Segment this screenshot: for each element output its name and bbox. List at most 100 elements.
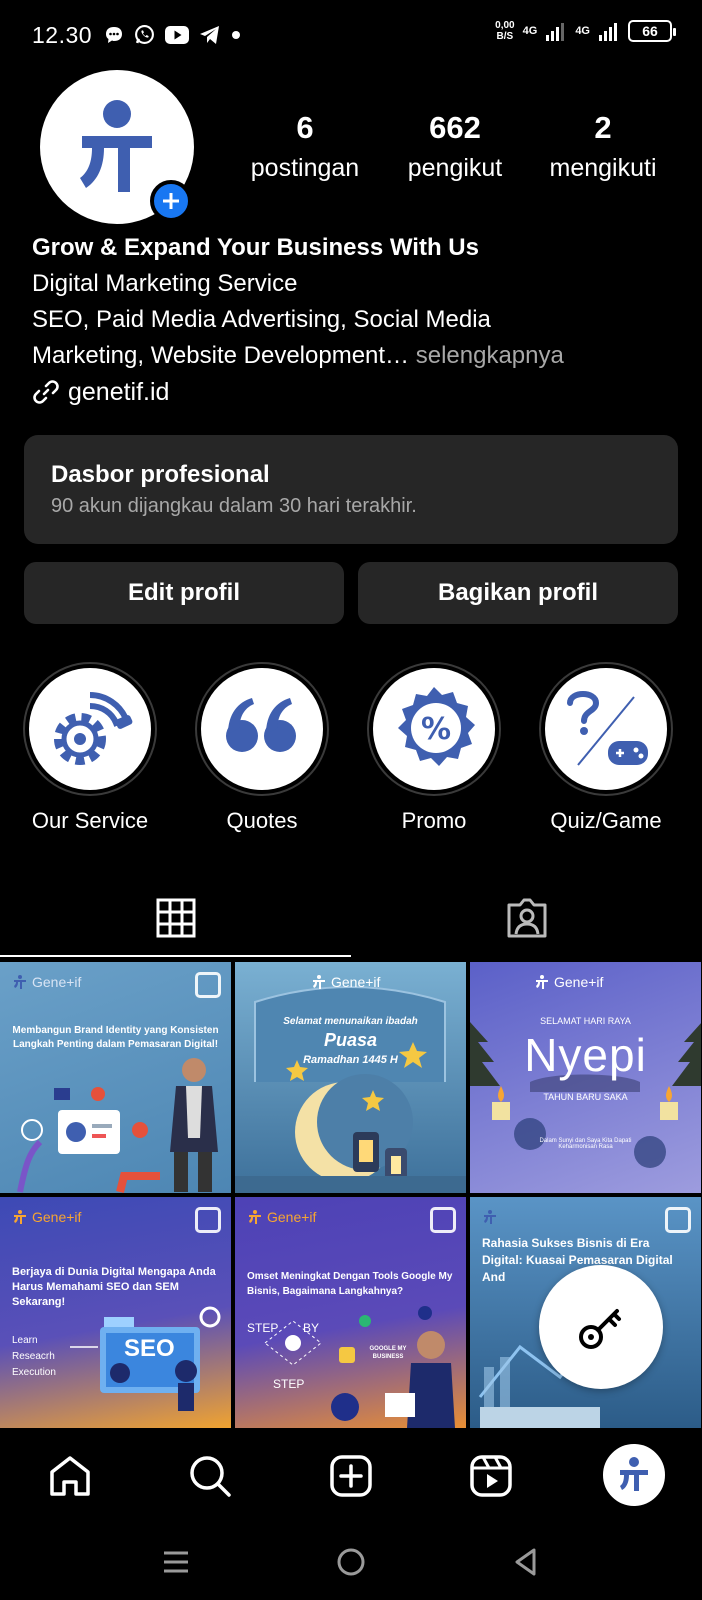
stat-posts-label: postingan bbox=[250, 154, 360, 182]
profile-avatar-icon bbox=[620, 1457, 648, 1491]
professional-dashboard-card[interactable]: Dasbor profesional 90 akun dijangkau dal… bbox=[24, 435, 678, 544]
stat-followers-value: 662 bbox=[429, 110, 481, 145]
nav-search[interactable] bbox=[186, 1452, 234, 1500]
post-brand-name: Gene+if bbox=[554, 974, 604, 990]
dashboard-subtitle: 90 akun dijangkau dalam 30 hari terakhir… bbox=[51, 495, 417, 517]
recent-apps-button[interactable] bbox=[158, 1544, 194, 1580]
edit-profile-button[interactable]: Edit profil bbox=[24, 562, 344, 624]
signal-bars-icon bbox=[546, 23, 565, 41]
post-title: Puasa bbox=[323, 1030, 378, 1050]
battery-level: 66 bbox=[642, 23, 658, 39]
highlight-ring bbox=[195, 662, 329, 796]
home-icon bbox=[50, 1456, 90, 1496]
profile-bio: Grow & Expand Your Business With Us Digi… bbox=[32, 230, 682, 410]
post-step-b: BY bbox=[303, 1321, 320, 1335]
nav-reels[interactable] bbox=[467, 1452, 515, 1500]
bio-name: Grow & Expand Your Business With Us bbox=[32, 234, 479, 261]
post-badge: GOOGLE MY BUSINESS bbox=[369, 1346, 407, 1360]
highlight-cover bbox=[545, 668, 667, 790]
bio-line-1: SEO, Paid Media Advertising, Social Medi… bbox=[32, 306, 491, 333]
highlight-cover: % bbox=[373, 668, 495, 790]
stat-following-label: mengikuti bbox=[549, 154, 657, 182]
telegram-icon bbox=[200, 25, 219, 44]
question-gamepad-icon bbox=[567, 691, 648, 766]
back-button[interactable] bbox=[508, 1544, 544, 1580]
highlight-label: Our Service bbox=[31, 808, 149, 833]
system-navigation-bar bbox=[0, 1524, 702, 1600]
bio-more-link[interactable]: selengkapnya bbox=[416, 342, 564, 369]
post-brand-name: Gene+if bbox=[331, 974, 381, 990]
post-illustration bbox=[70, 1306, 221, 1411]
post-caption: Selamat menunaikan ibadah bbox=[283, 1016, 418, 1027]
stat-posts-value: 6 bbox=[296, 110, 314, 145]
highlight-label: Quotes bbox=[226, 808, 298, 833]
tab-posts-grid[interactable] bbox=[0, 880, 351, 956]
highlight-ring: % bbox=[367, 662, 501, 796]
highlight-quotes[interactable]: Quotes bbox=[195, 662, 329, 834]
system-status: 0,00 B/S 4G 4G 66 bbox=[495, 20, 676, 42]
post-brand-logo: Gene+if bbox=[311, 974, 380, 990]
dot-icon bbox=[232, 30, 240, 39]
post-illustration bbox=[17, 1058, 218, 1193]
key-icon bbox=[579, 1309, 621, 1349]
post-step-c: STEP bbox=[273, 1377, 305, 1391]
signal-label-2: 4G bbox=[575, 25, 590, 37]
post-thumbnail[interactable]: Gene+if SELAMAT HARI RAYA Nyepi TAHUN BA… bbox=[470, 962, 701, 1193]
active-tab-indicator bbox=[0, 955, 351, 957]
dashboard-title: Dasbor profesional bbox=[51, 461, 270, 488]
key-fab-button[interactable] bbox=[539, 1265, 663, 1389]
bio-website-text: genetif.id bbox=[68, 378, 170, 406]
bio-website-link[interactable]: genetif.id bbox=[32, 374, 682, 410]
tab-tagged[interactable] bbox=[351, 880, 702, 956]
youtube-icon bbox=[165, 25, 189, 44]
stat-followers-label: pengikut bbox=[407, 154, 503, 182]
bio-category: Digital Marketing Service bbox=[32, 270, 298, 297]
nav-profile[interactable] bbox=[603, 1444, 665, 1506]
genetif-logo-icon bbox=[536, 975, 548, 989]
highlight-promo[interactable]: % Promo bbox=[367, 662, 501, 834]
bio-line-2: Marketing, Website Development… selengka… bbox=[32, 338, 682, 374]
highlight-ring bbox=[539, 662, 673, 796]
percent-badge-icon: % bbox=[398, 687, 475, 766]
net-speed-unit: B/S bbox=[496, 31, 514, 42]
highlight-ring bbox=[23, 662, 157, 796]
search-icon bbox=[190, 1456, 231, 1497]
post-illustration bbox=[264, 1306, 455, 1428]
stat-posts[interactable]: 6 postingan bbox=[240, 110, 370, 183]
post-illustration bbox=[235, 986, 466, 1193]
nav-home[interactable] bbox=[46, 1452, 94, 1500]
tagged-person-icon bbox=[507, 898, 546, 938]
grid-icon bbox=[156, 898, 195, 938]
bio-line-2-text: Marketing, Website Development… bbox=[32, 342, 410, 369]
genetif-logo-icon bbox=[313, 975, 325, 989]
battery-icon: 66 bbox=[628, 20, 676, 42]
status-time: 12.30 bbox=[32, 22, 93, 48]
add-post-icon bbox=[330, 1455, 372, 1497]
share-profile-button[interactable]: Bagikan profil bbox=[358, 562, 678, 624]
post-thumbnail[interactable]: Gene+if Berjaya di Dunia Digital Mengapa… bbox=[0, 1197, 231, 1428]
post-subtitle: TAHUN BARU SAKA bbox=[543, 1092, 628, 1102]
stat-following[interactable]: 2 mengikuti bbox=[538, 110, 668, 183]
add-story-button[interactable] bbox=[150, 180, 192, 222]
post-thumbnail[interactable]: Gene+if Membangun Brand Identity yang Ko… bbox=[0, 962, 231, 1193]
post-badge: SEO bbox=[124, 1335, 175, 1362]
post-thumbnail[interactable]: Gene+if Selamat menunaikan ibadah Puasa … bbox=[235, 962, 466, 1193]
post-step-a: STEP bbox=[247, 1321, 279, 1335]
post-subtitle: Ramadhan 1445 H bbox=[303, 1054, 398, 1066]
highlight-cover bbox=[29, 668, 151, 790]
post-brand-logo: Gene+if bbox=[534, 974, 603, 990]
post-caption: SELAMAT HARI RAYA bbox=[540, 1016, 631, 1026]
notification-icons bbox=[104, 24, 241, 45]
chat-bubble-icon bbox=[106, 26, 122, 43]
net-speed: 0,00 B/S bbox=[495, 20, 514, 42]
nav-create[interactable] bbox=[327, 1452, 375, 1500]
stat-followers[interactable]: 662 pengikut bbox=[395, 110, 515, 183]
highlight-our-service[interactable]: Our Service bbox=[23, 662, 157, 834]
home-button[interactable] bbox=[333, 1544, 369, 1580]
gear-phone-icon bbox=[54, 692, 133, 765]
signal-bars-icon bbox=[599, 23, 617, 41]
highlight-quiz-game[interactable]: Quiz/Game bbox=[539, 662, 673, 834]
highlight-label: Promo bbox=[401, 808, 467, 833]
net-speed-value: 0,00 bbox=[495, 20, 515, 31]
post-thumbnail[interactable]: Gene+if Omset Meningkat Dengan Tools Goo… bbox=[235, 1197, 466, 1428]
